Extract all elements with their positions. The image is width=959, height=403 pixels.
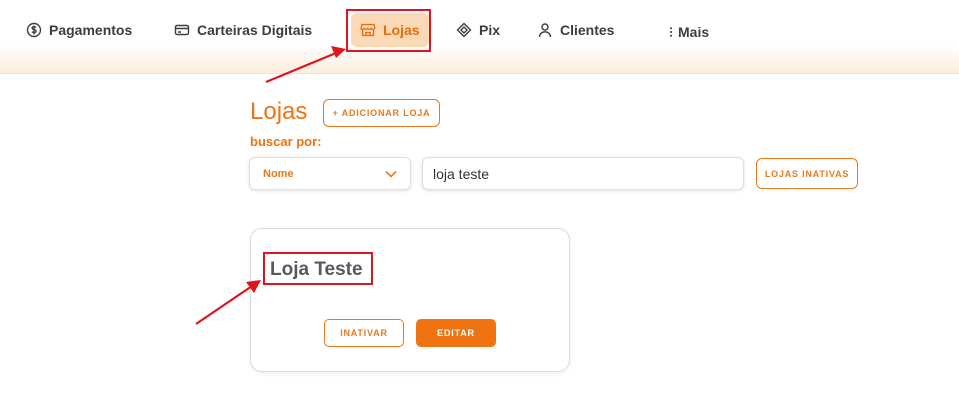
search-field-select[interactable]: Nome [249,157,411,190]
annotation-box-lojas-tab [346,9,431,52]
nav-label-carteiras-digitais: Carteiras Digitais [197,22,313,38]
top-navigation-bar: Pagamentos Carteiras Digitais Lojas Pix … [0,0,959,74]
nav-label-mais: Mais [678,24,710,40]
nav-label-pagamentos: Pagamentos [49,22,133,38]
annotation-box-store-title [263,252,373,285]
edit-store-button[interactable]: EDITAR [416,319,496,347]
chevron-down-icon [385,170,397,178]
nav-item-pix[interactable]: Pix [456,14,500,46]
nav-label-pix: Pix [479,22,501,38]
store-card [250,228,570,372]
search-by-label: buscar por: [250,134,322,149]
nav-item-clientes[interactable]: Clientes [537,14,614,46]
search-field-selected-value: Nome [263,167,294,180]
nav-item-mais[interactable]: Mais [668,16,709,48]
nav-item-pagamentos[interactable]: Pagamentos [26,14,132,46]
kebab-menu-icon [669,27,673,37]
add-store-button[interactable]: + ADICIONAR LOJA [323,99,440,127]
nav-label-clientes: Clientes [560,22,615,38]
search-input[interactable] [422,157,744,190]
pix-diamond-icon [456,22,472,38]
nav-item-carteiras-digitais[interactable]: Carteiras Digitais [174,14,312,46]
deactivate-store-button[interactable]: INATIVAR [324,319,404,347]
inactive-stores-button[interactable]: LOJAS INATIVAS [756,158,858,189]
user-icon [538,23,552,38]
wallet-card-icon [174,24,190,36]
page-title: Lojas [250,98,308,125]
dollar-circle-icon [26,22,42,38]
